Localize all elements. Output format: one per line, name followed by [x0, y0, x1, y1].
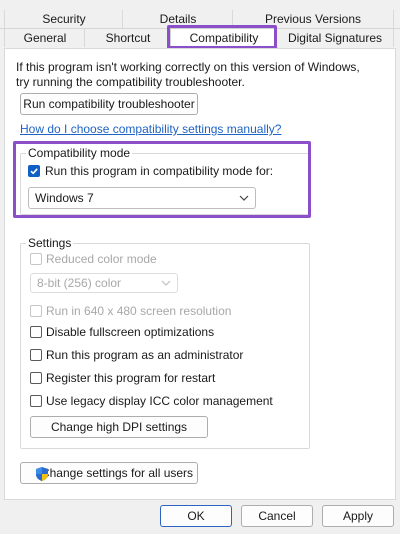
- disable-fullscreen-checkbox[interactable]: [30, 326, 42, 338]
- color-depth-value: 8-bit (256) color: [37, 276, 122, 290]
- run-as-admin-checkbox[interactable]: [30, 349, 42, 361]
- register-restart-checkbox[interactable]: [30, 372, 42, 384]
- intro-text: If this program isn't working correctly …: [16, 60, 360, 89]
- disable-fullscreen-label[interactable]: Disable fullscreen optimizations: [46, 325, 214, 339]
- tab-security[interactable]: Security: [4, 10, 124, 28]
- chevron-down-icon: [161, 280, 171, 286]
- reduced-color-label: Reduced color mode: [46, 252, 157, 266]
- run-640-label: Run in 640 x 480 screen resolution: [46, 304, 232, 318]
- compat-mode-highlight-box: [13, 141, 311, 218]
- tab-shortcut[interactable]: Shortcut: [84, 29, 172, 47]
- tab-highlight-box: [167, 25, 277, 49]
- run-as-admin-label[interactable]: Run this program as an administrator: [46, 348, 243, 362]
- color-depth-select[interactable]: 8-bit (256) color: [30, 273, 178, 293]
- settings-title: Settings: [26, 236, 74, 250]
- run-troubleshooter-button[interactable]: Run compatibility troubleshooter: [20, 93, 198, 115]
- run-640-checkbox[interactable]: [30, 305, 42, 317]
- tab-general[interactable]: General: [4, 29, 86, 47]
- register-restart-label[interactable]: Register this program for restart: [46, 371, 215, 385]
- change-high-dpi-button[interactable]: Change high DPI settings: [30, 416, 208, 438]
- tab-digital-signatures[interactable]: Digital Signatures: [276, 29, 394, 47]
- change-settings-all-users-label: Change settings for all users: [40, 466, 194, 480]
- reduced-color-checkbox[interactable]: [30, 253, 42, 265]
- apply-button[interactable]: Apply: [322, 505, 394, 527]
- ok-button[interactable]: OK: [160, 505, 232, 527]
- legacy-icc-label[interactable]: Use legacy display ICC color management: [46, 394, 273, 408]
- legacy-icc-checkbox[interactable]: [30, 395, 42, 407]
- cancel-button[interactable]: Cancel: [241, 505, 313, 527]
- how-to-choose-settings-link[interactable]: How do I choose compatibility settings m…: [20, 122, 281, 136]
- change-settings-all-users-button[interactable]: Change settings for all users: [20, 462, 198, 484]
- uac-shield-icon: [36, 467, 48, 481]
